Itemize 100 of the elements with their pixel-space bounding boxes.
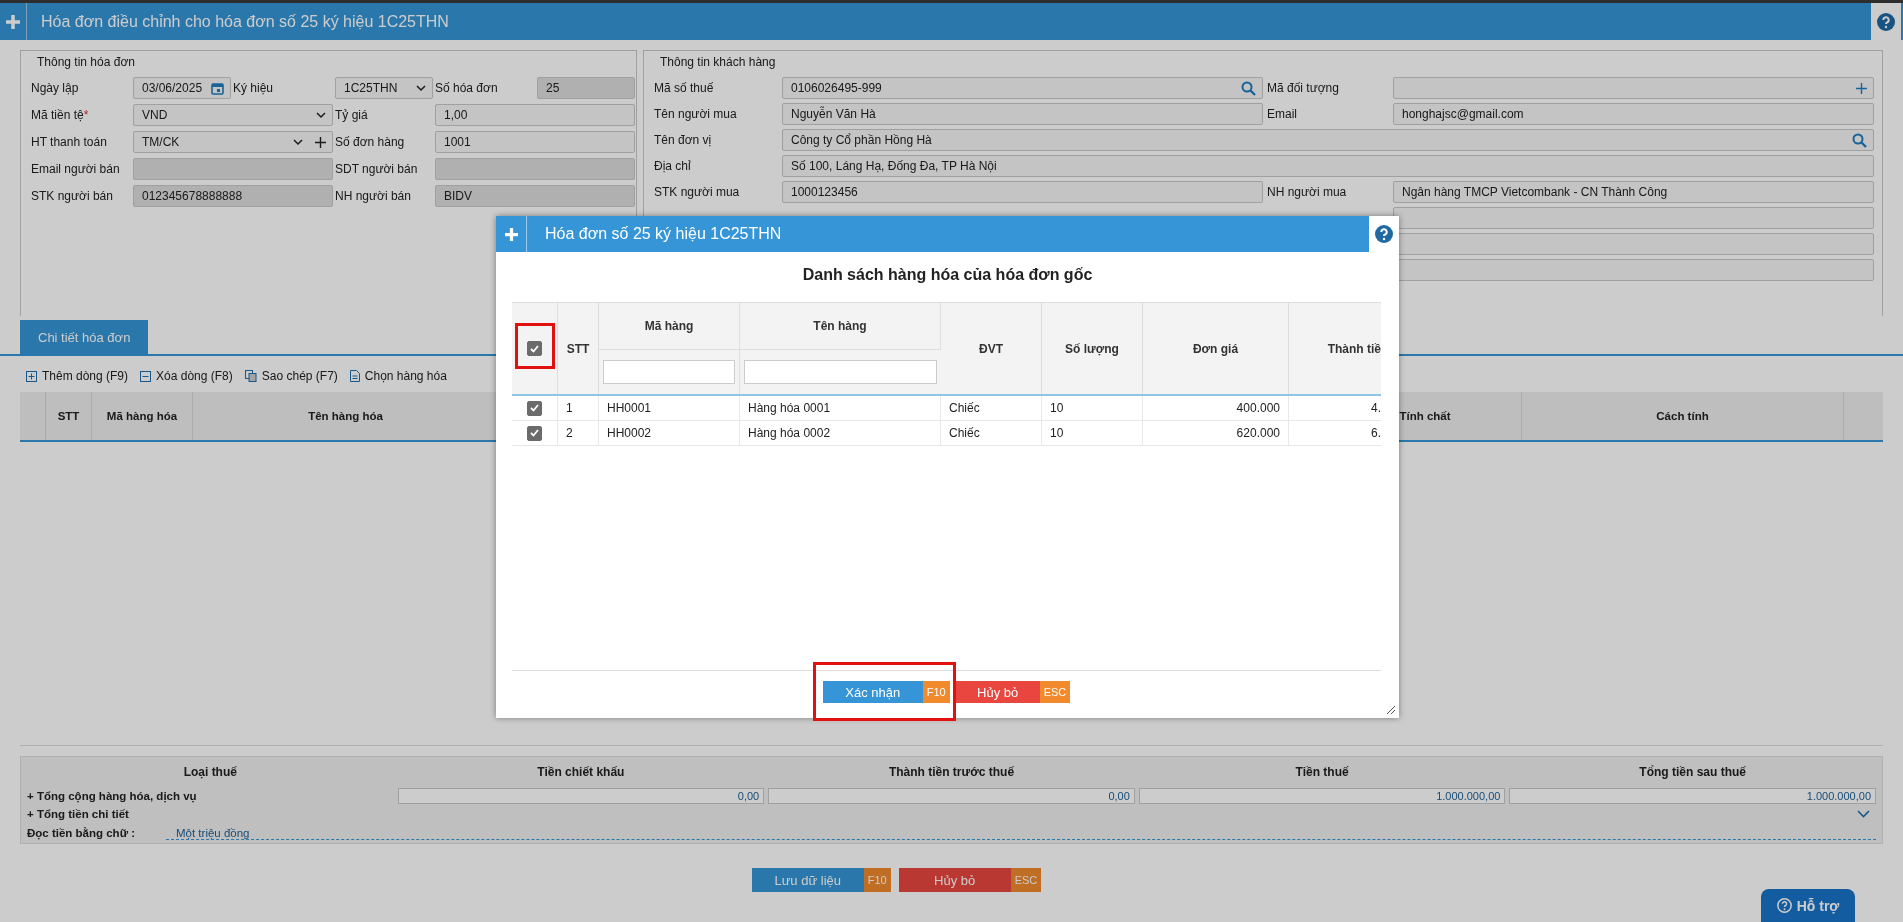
amount-in-words: Một triệu đồng — [166, 826, 1876, 840]
table-cell: 6. — [1371, 426, 1381, 440]
help-icon — [1776, 898, 1792, 913]
field-label: Ngày lập — [31, 81, 80, 95]
table-cell: HH0001 — [607, 401, 652, 415]
chevron-down-icon[interactable] — [416, 84, 426, 92]
text-field[interactable]: 0106026495-999 — [782, 77, 1263, 99]
text-field[interactable]: Số 100, Láng Hạ, Đống Đa, TP Hà Nội — [782, 155, 1874, 177]
text-field[interactable]: 1,00 — [435, 104, 635, 126]
cancel-button[interactable]: Hủy bỏ ESC — [955, 681, 1071, 703]
checkmark-icon — [530, 429, 539, 438]
window-title: Hóa đơn điều chỉnh cho hóa đơn số 25 ký hiệu 1C25THN — [40, 12, 450, 31]
filter-field[interactable] — [603, 360, 735, 384]
section-title: Thông tin khách hàng — [660, 55, 776, 69]
field-label: Email — [1267, 107, 1298, 121]
toolbar-button[interactable]: Sao chép (F7) — [244, 366, 338, 386]
field-label: HT thanh toán — [31, 135, 108, 149]
help-button[interactable]: Hỗ trợ — [1761, 889, 1855, 922]
resize-grip-icon[interactable] — [1385, 704, 1396, 715]
row-checkbox[interactable] — [527, 400, 542, 416]
table-cell: 10 — [1050, 426, 1064, 440]
field-label: Mã tiền tệ* — [31, 108, 90, 122]
cancel-button[interactable]: Hủy bỏ ESC — [898, 868, 1042, 892]
text-field[interactable]: Nguyễn Văn Hà — [782, 103, 1263, 125]
text-field[interactable] — [435, 158, 635, 180]
table-cell: 400.000 — [1236, 401, 1280, 415]
text-field[interactable]: Công ty Cổ phần Hồng Hà — [782, 129, 1874, 151]
field-label: SDT người bán — [335, 162, 419, 176]
field-label: NH người mua — [1267, 185, 1348, 199]
column-header: Loại thuế — [182, 765, 238, 779]
row-label[interactable]: + Tổng tiền chi tiết — [27, 808, 394, 820]
text-field[interactable] — [1393, 207, 1874, 229]
help-icon[interactable] — [1375, 225, 1393, 243]
text-field[interactable]: 012345678888888 — [133, 185, 333, 207]
table-cell: 2 — [566, 426, 573, 440]
table-cell: Chiếc — [949, 401, 980, 415]
field-label: STK người bán — [31, 189, 114, 203]
field-label: STK người mua — [654, 185, 741, 199]
date-field[interactable]: 03/06/2025 — [133, 77, 231, 99]
field-label: Tên đơn vị — [654, 133, 713, 147]
select-field[interactable]: VND — [133, 104, 333, 126]
chevron-icon[interactable] — [1857, 810, 1870, 818]
table-cell: 4. — [1371, 401, 1381, 415]
field-label: NH người bán — [335, 189, 412, 203]
toolbar-button[interactable]: Thêm dòng (F9) — [26, 366, 129, 386]
select-field[interactable]: 1C25THN — [335, 77, 433, 99]
field-label: Tên người mua — [654, 107, 738, 121]
checkmark-icon — [530, 404, 539, 413]
text-field[interactable]: 1001 — [435, 131, 635, 153]
table-cell: Hàng hóa 0001 — [748, 401, 831, 415]
text-field[interactable] — [1393, 77, 1874, 99]
plus-icon[interactable] — [315, 136, 326, 148]
column-header: Tên hàng hóa — [308, 410, 383, 422]
amount-field: 0,00 — [768, 788, 1135, 804]
chevron-down-icon[interactable] — [316, 111, 326, 119]
calendar-icon[interactable] — [211, 81, 224, 95]
toolbar-button[interactable]: Xóa dòng (F8) — [140, 366, 233, 386]
row-checkbox[interactable] — [527, 425, 542, 441]
dialog-heading: Danh sách hàng hóa của hóa đơn gốc — [801, 265, 1094, 285]
table-cell: 620.000 — [1236, 426, 1280, 440]
column-header: Cách tính — [1656, 410, 1709, 422]
section-title: Thông tin hóa đơn — [37, 55, 135, 69]
checkmark-icon — [530, 344, 539, 353]
chevron-down-icon[interactable] — [293, 138, 303, 146]
field-label: Ký hiệu — [233, 81, 275, 95]
search-icon[interactable] — [1852, 132, 1867, 148]
amount-field: 0,00 — [397, 788, 765, 804]
field-label: Email người bán — [31, 162, 121, 176]
filter-field[interactable] — [744, 360, 937, 384]
dialog-title: Hóa đơn số 25 ký hiệu 1C25THN — [544, 225, 783, 243]
text-field[interactable] — [133, 158, 333, 180]
toolbar-button[interactable]: Chọn hàng hóa — [349, 366, 447, 386]
column-header: Tính chất — [1399, 410, 1451, 422]
help-icon[interactable] — [1877, 12, 1895, 31]
amount-field: 1.000.000,00 — [1138, 788, 1506, 804]
field-label: Mã số thuế — [654, 81, 715, 95]
column-header: Đơn giá — [1192, 341, 1239, 356]
select-field[interactable]: TM/CK — [133, 131, 333, 153]
plus-square-icon — [26, 370, 37, 382]
row-label: Đọc tiền bằng chữ : — [27, 827, 136, 839]
text-field[interactable]: 1000123456 — [782, 181, 1263, 203]
row-label: + Tổng cộng hàng hóa, dịch vụ — [27, 790, 198, 802]
select-all-checkbox[interactable] — [527, 341, 542, 357]
column-header: Số lượng — [1065, 341, 1119, 356]
document-icon — [349, 370, 360, 382]
copy-icon — [244, 370, 257, 382]
minus-square-icon — [140, 370, 152, 382]
column-header: Tiền thuế — [1294, 765, 1350, 779]
column-header: ĐVT — [979, 341, 1003, 356]
amount-field: 1.000.000,00 — [1509, 788, 1876, 804]
text-field[interactable]: 25 — [537, 77, 635, 99]
search-icon[interactable] — [1241, 80, 1256, 96]
table-cell: 10 — [1050, 401, 1064, 415]
column-header: Thành tiề — [1327, 341, 1381, 356]
text-field[interactable]: honghajsc@gmail.com — [1393, 103, 1874, 125]
highlight-frame — [515, 323, 555, 369]
text-field[interactable]: Ngân hàng TMCP Vietcombank - CN Thành Công — [1393, 181, 1874, 203]
field-label: Mã đối tượng — [1267, 81, 1340, 95]
field-label: Địa chỉ — [654, 159, 692, 173]
text-field[interactable]: BIDV — [435, 185, 635, 207]
